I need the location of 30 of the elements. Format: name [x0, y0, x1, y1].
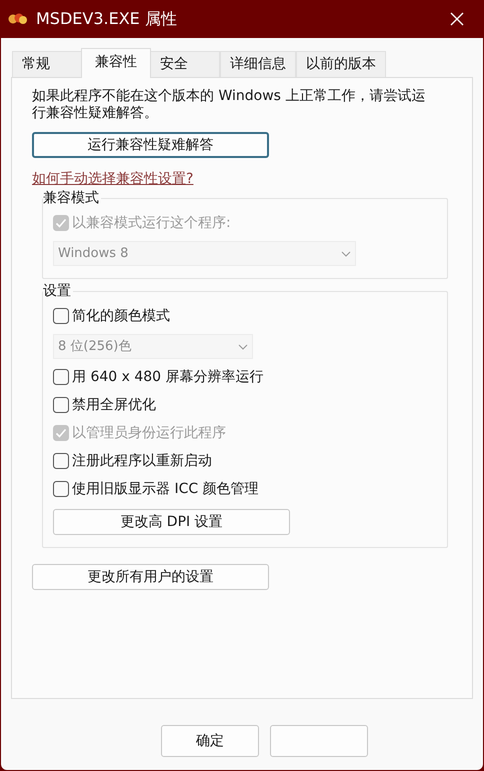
- chevron-down-icon: [341, 250, 351, 256]
- dialog-button[interactable]: 确定: [161, 725, 259, 757]
- description-text: 如果此程序不能在这个版本的 Windows 上正常工作，请尝试运行兼容性疑难解答。: [32, 88, 426, 122]
- checkbox[interactable]: [53, 369, 69, 385]
- tab[interactable]: 安全: [150, 51, 220, 77]
- checkbox-label: 注册此程序以重新启动: [72, 452, 212, 470]
- dpi-settings-button[interactable]: 更改高 DPI 设置: [53, 509, 290, 535]
- group-title: 兼容模式: [43, 189, 101, 207]
- tab[interactable]: 常规: [12, 51, 82, 77]
- troubleshoot-button[interactable]: 运行兼容性疑难解答: [32, 132, 269, 158]
- checkbox-label: 简化的颜色模式: [72, 306, 170, 326]
- tab[interactable]: 详细信息: [220, 51, 296, 77]
- checkbox[interactable]: [53, 481, 69, 497]
- checkbox-label: 禁用全屏优化: [72, 396, 156, 414]
- checkbox-label: 用 640 x 480 屏幕分辨率运行: [72, 368, 264, 386]
- checkbox-label: 以兼容模式运行这个程序:: [72, 214, 231, 232]
- checkbox-label: 使用旧版显示器 ICC 颜色管理: [72, 480, 259, 498]
- window-title: MSDEV3.EXE 属性: [36, 8, 177, 30]
- group-title: 设置: [43, 282, 73, 300]
- all-users-button[interactable]: 更改所有用户的设置: [32, 564, 269, 590]
- checkbox-label: 以管理员身份运行此程序: [72, 424, 226, 442]
- checkbox[interactable]: [53, 397, 69, 413]
- close-icon[interactable]: [450, 12, 464, 26]
- checkbox[interactable]: [53, 308, 69, 324]
- app-icon: [8, 12, 28, 26]
- chevron-down-icon: [238, 344, 248, 350]
- checkbox[interactable]: [53, 453, 69, 469]
- tab[interactable]: 兼容性: [81, 48, 151, 78]
- help-link[interactable]: 如何手动选择兼容性设置?: [32, 171, 194, 187]
- tab[interactable]: 以前的版本: [296, 51, 386, 77]
